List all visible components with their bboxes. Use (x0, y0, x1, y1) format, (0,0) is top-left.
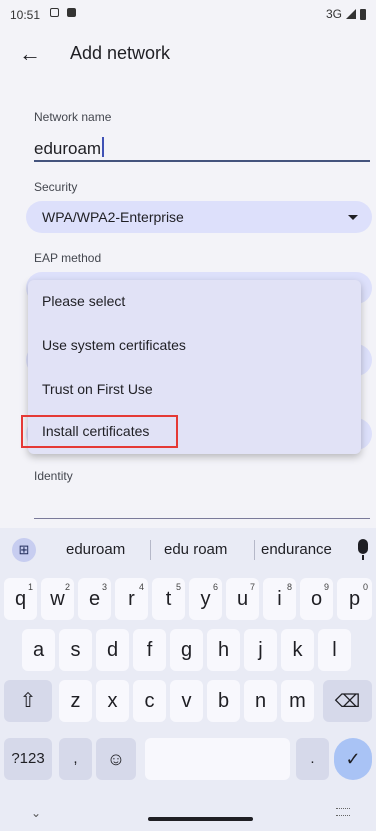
network-name-underline (34, 160, 370, 162)
menu-item-use-system-certificates[interactable]: Use system certificates (28, 324, 361, 368)
menu-item-trust-on-first-use[interactable]: Trust on First Use (28, 368, 361, 412)
key-w[interactable]: w2 (41, 578, 74, 620)
back-arrow-icon[interactable]: ← (16, 40, 44, 68)
key-q[interactable]: q1 (4, 578, 37, 620)
key-f[interactable]: f (133, 629, 166, 671)
key-u[interactable]: u7 (226, 578, 259, 620)
suggestion-3[interactable]: endurance (261, 541, 332, 558)
key-d[interactable]: d (96, 629, 129, 671)
key-k[interactable]: k (281, 629, 314, 671)
notification-icon (50, 8, 59, 17)
enter-key[interactable]: ✓ (334, 738, 372, 780)
suggestion-2[interactable]: edu roam (164, 541, 227, 558)
key-a[interactable]: a (22, 629, 55, 671)
network-name-input[interactable]: eduroam (34, 137, 105, 159)
key-z[interactable]: z (59, 680, 92, 722)
key-p[interactable]: p0 (337, 578, 372, 620)
key-o[interactable]: o9 (300, 578, 333, 620)
key-m[interactable]: m (281, 680, 314, 722)
symbols-key[interactable]: ?123 (4, 738, 52, 780)
key-t[interactable]: t5 (152, 578, 185, 620)
eap-method-label: EAP method (34, 251, 102, 265)
network-name-value: eduroam (34, 139, 102, 158)
key-v[interactable]: v (170, 680, 203, 722)
app-bar: ← Add network (0, 30, 376, 78)
status-right: 3G (326, 7, 366, 21)
key-h[interactable]: h (207, 629, 240, 671)
identity-input[interactable] (34, 518, 370, 519)
period-key[interactable]: . (296, 738, 329, 780)
key-x[interactable]: x (96, 680, 129, 722)
microphone-icon[interactable] (358, 539, 368, 554)
key-i[interactable]: i8 (263, 578, 296, 620)
page-title: Add network (70, 43, 171, 63)
key-j[interactable]: j (244, 629, 277, 671)
suggestion-1[interactable]: eduroam (66, 541, 125, 558)
sim-icon (67, 8, 76, 17)
shift-key[interactable]: ⇧ (4, 680, 52, 722)
status-bar: 10:51 3G (0, 0, 376, 30)
security-value: WPA/WPA2-Enterprise (42, 209, 184, 225)
hide-keyboard-icon[interactable]: ⌄ (31, 806, 41, 820)
key-c[interactable]: c (133, 680, 166, 722)
key-b[interactable]: b (207, 680, 240, 722)
suggestion-divider (150, 540, 151, 560)
microphone-icon-stem (362, 555, 364, 560)
keyboard-switch-icon[interactable] (336, 808, 350, 816)
soft-keyboard: ⊞ eduroam edu roam endurance q1 w2 e3 r4… (0, 528, 376, 831)
home-gesture-bar[interactable] (148, 817, 253, 821)
security-select[interactable]: WPA/WPA2-Enterprise (26, 201, 372, 233)
key-y[interactable]: y6 (189, 578, 222, 620)
key-g[interactable]: g (170, 629, 203, 671)
key-r[interactable]: r4 (115, 578, 148, 620)
battery-icon (360, 8, 366, 20)
menu-item-please-select[interactable]: Please select (28, 280, 361, 324)
key-l[interactable]: l (318, 629, 351, 671)
key-e[interactable]: e3 (78, 578, 111, 620)
key-s[interactable]: s (59, 629, 92, 671)
comma-key[interactable]: , (59, 738, 92, 780)
status-time: 10:51 (10, 8, 41, 22)
network-type: 3G (325, 7, 342, 21)
keyboard-apps-icon[interactable]: ⊞ (12, 538, 36, 562)
dropdown-arrow-icon (348, 215, 358, 220)
network-name-label: Network name (34, 110, 112, 124)
backspace-key[interactable]: ⌫ (323, 680, 372, 722)
identity-label: Identity (34, 469, 73, 483)
key-n[interactable]: n (244, 680, 277, 722)
security-label: Security (34, 180, 78, 194)
suggestion-strip: ⊞ eduroam edu roam endurance (0, 528, 376, 572)
suggestion-divider (254, 540, 255, 560)
emoji-key[interactable]: ☺ (96, 738, 136, 780)
highlight-box (21, 415, 178, 448)
notification-icons (50, 8, 76, 17)
signal-icon (346, 9, 356, 19)
space-key[interactable] (145, 738, 290, 780)
text-cursor (102, 137, 105, 157)
